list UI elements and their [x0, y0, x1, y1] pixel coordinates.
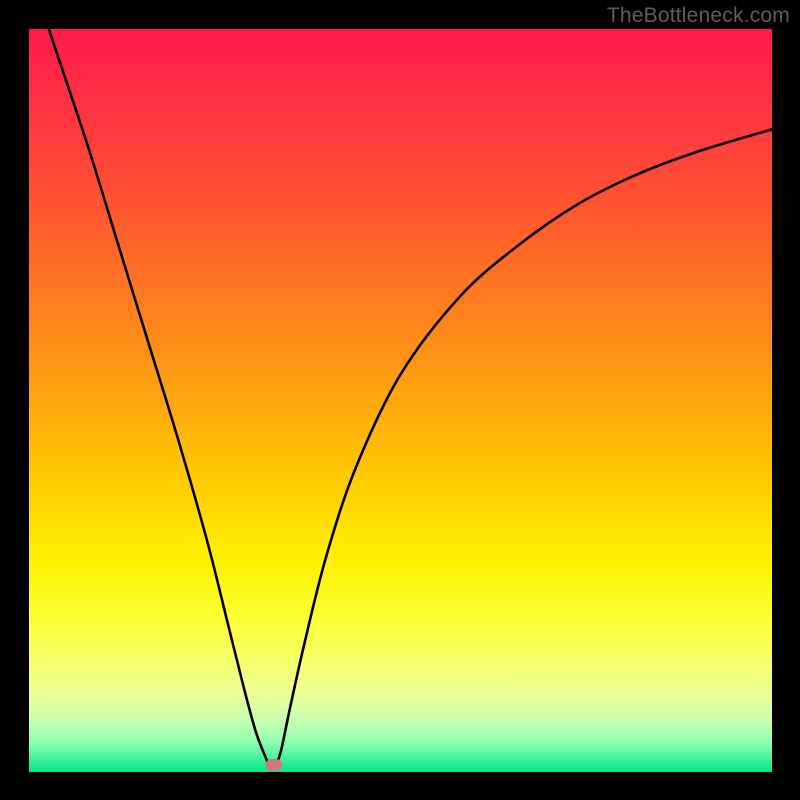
- watermark-text: TheBottleneck.com: [607, 4, 790, 28]
- bottleneck-curve: [29, 29, 772, 772]
- chart-plot-area: [29, 29, 772, 772]
- minimum-marker: [266, 759, 283, 771]
